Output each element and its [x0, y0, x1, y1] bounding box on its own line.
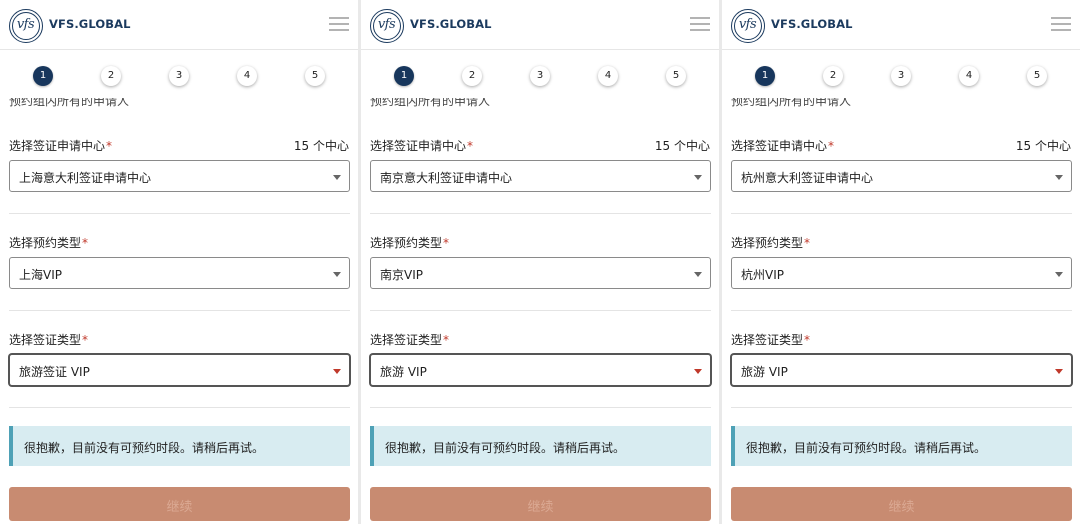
top-header: vfs VFS.GLOBAL: [361, 0, 719, 50]
alert-message: 很抱歉，目前没有可预约时段。请稍后再试。: [385, 441, 626, 455]
divider: [370, 310, 711, 311]
hamburger-menu-icon[interactable]: [1051, 17, 1071, 31]
center-count: 15 个中心: [293, 139, 349, 153]
divider: [370, 213, 711, 214]
alert-message: 很抱歉，目前没有可预约时段。请稍后再试。: [746, 441, 987, 455]
chevron-down-icon: [333, 272, 341, 277]
continue-button[interactable]: 继续: [370, 487, 711, 521]
step-3: 3: [891, 66, 911, 86]
center-select[interactable]: 杭州意大利签证申请中心: [731, 160, 1072, 192]
step-1: 1: [33, 66, 53, 86]
appointment-type-value: 杭州VIP: [741, 268, 784, 282]
mobile-screen-hangzhou: vfs VFS.GLOBAL 1 2 3 4 5 预约组内所有的申请人 选择签证…: [722, 0, 1080, 524]
chevron-down-icon: [1055, 272, 1063, 277]
chevron-down-icon: [1055, 175, 1063, 180]
chevron-down-icon: [694, 272, 702, 277]
divider: [731, 310, 1072, 311]
visa-type-label: 选择签证类型*: [9, 333, 89, 347]
step-2: 2: [101, 66, 121, 86]
chevron-down-icon: [333, 175, 341, 180]
mobile-screen-shanghai: vfs VFS.GLOBAL 1 2 3 4 5 预约组内所有的申请人 选择签证…: [0, 0, 358, 524]
divider: [9, 407, 350, 408]
visa-type-select[interactable]: 旅游 VIP: [370, 354, 711, 386]
brand-name: VFS.GLOBAL: [771, 17, 853, 31]
continue-button-label: 继续: [527, 500, 554, 515]
step-2: 2: [462, 66, 482, 86]
center-select[interactable]: 上海意大利签证申请中心: [9, 160, 350, 192]
visa-type-label: 选择签证类型*: [731, 333, 811, 347]
center-select[interactable]: 南京意大利签证申请中心: [370, 160, 711, 192]
center-label: 选择签证申请中心*: [370, 139, 474, 153]
step-4: 4: [237, 66, 257, 86]
vfs-logo-icon[interactable]: vfs: [9, 9, 43, 43]
alert-message: 很抱歉，目前没有可预约时段。请稍后再试。: [24, 441, 265, 455]
divider: [370, 407, 711, 408]
hamburger-menu-icon[interactable]: [329, 17, 349, 31]
center-select-value: 杭州意大利签证申请中心: [741, 171, 874, 185]
progress-stepper: 1 2 3 4 5: [0, 62, 358, 90]
center-count: 15 个中心: [1015, 139, 1071, 153]
continue-button[interactable]: 继续: [731, 487, 1072, 521]
visa-type-select[interactable]: 旅游签证 VIP: [9, 354, 350, 386]
appointment-type-select[interactable]: 杭州VIP: [731, 257, 1072, 289]
step-5: 5: [666, 66, 686, 86]
appointment-type-label: 选择预约类型*: [9, 236, 89, 250]
visa-type-value: 旅游签证 VIP: [19, 365, 90, 379]
center-select-value: 南京意大利签证申请中心: [380, 171, 513, 185]
no-slots-alert: 很抱歉，目前没有可预约时段。请稍后再试。: [731, 426, 1072, 466]
appointment-type-label: 选择预约类型*: [370, 236, 450, 250]
divider: [731, 213, 1072, 214]
scrolled-partial-text: 预约组内所有的申请人: [9, 98, 130, 108]
step-4: 4: [959, 66, 979, 86]
mobile-screen-nanjing: vfs VFS.GLOBAL 1 2 3 4 5 预约组内所有的申请人 选择签证…: [361, 0, 719, 524]
step-1: 1: [755, 66, 775, 86]
center-count: 15 个中心: [654, 139, 710, 153]
visa-type-value: 旅游 VIP: [741, 365, 788, 379]
appointment-type-select[interactable]: 上海VIP: [9, 257, 350, 289]
appointment-type-value: 南京VIP: [380, 268, 423, 282]
step-3: 3: [530, 66, 550, 86]
chevron-down-icon: [694, 175, 702, 180]
chevron-down-icon: [694, 369, 702, 374]
brand-name: VFS.GLOBAL: [49, 17, 131, 31]
step-5: 5: [305, 66, 325, 86]
step-3: 3: [169, 66, 189, 86]
appointment-type-value: 上海VIP: [19, 268, 62, 282]
step-5: 5: [1027, 66, 1047, 86]
no-slots-alert: 很抱歉，目前没有可预约时段。请稍后再试。: [370, 426, 711, 466]
visa-type-label: 选择签证类型*: [370, 333, 450, 347]
divider: [9, 310, 350, 311]
vfs-logo-icon[interactable]: vfs: [731, 9, 765, 43]
scrolled-partial-text: 预约组内所有的申请人: [731, 98, 852, 108]
brand-name: VFS.GLOBAL: [410, 17, 492, 31]
divider: [731, 407, 1072, 408]
appointment-type-label: 选择预约类型*: [731, 236, 811, 250]
hamburger-menu-icon[interactable]: [690, 17, 710, 31]
chevron-down-icon: [333, 369, 341, 374]
center-select-value: 上海意大利签证申请中心: [19, 171, 152, 185]
step-4: 4: [598, 66, 618, 86]
chevron-down-icon: [1055, 369, 1063, 374]
continue-button-label: 继续: [888, 500, 915, 515]
step-1: 1: [394, 66, 414, 86]
scrolled-partial-text: 预约组内所有的申请人: [370, 98, 491, 108]
progress-stepper: 1 2 3 4 5: [722, 62, 1080, 90]
progress-stepper: 1 2 3 4 5: [361, 62, 719, 90]
continue-button[interactable]: 继续: [9, 487, 350, 521]
top-header: vfs VFS.GLOBAL: [722, 0, 1080, 50]
top-header: vfs VFS.GLOBAL: [0, 0, 358, 50]
vfs-logo-icon[interactable]: vfs: [370, 9, 404, 43]
no-slots-alert: 很抱歉，目前没有可预约时段。请稍后再试。: [9, 426, 350, 466]
appointment-type-select[interactable]: 南京VIP: [370, 257, 711, 289]
continue-button-label: 继续: [166, 500, 193, 515]
visa-type-value: 旅游 VIP: [380, 365, 427, 379]
center-label: 选择签证申请中心*: [9, 139, 113, 153]
visa-type-select[interactable]: 旅游 VIP: [731, 354, 1072, 386]
divider: [9, 213, 350, 214]
step-2: 2: [823, 66, 843, 86]
center-label: 选择签证申请中心*: [731, 139, 835, 153]
